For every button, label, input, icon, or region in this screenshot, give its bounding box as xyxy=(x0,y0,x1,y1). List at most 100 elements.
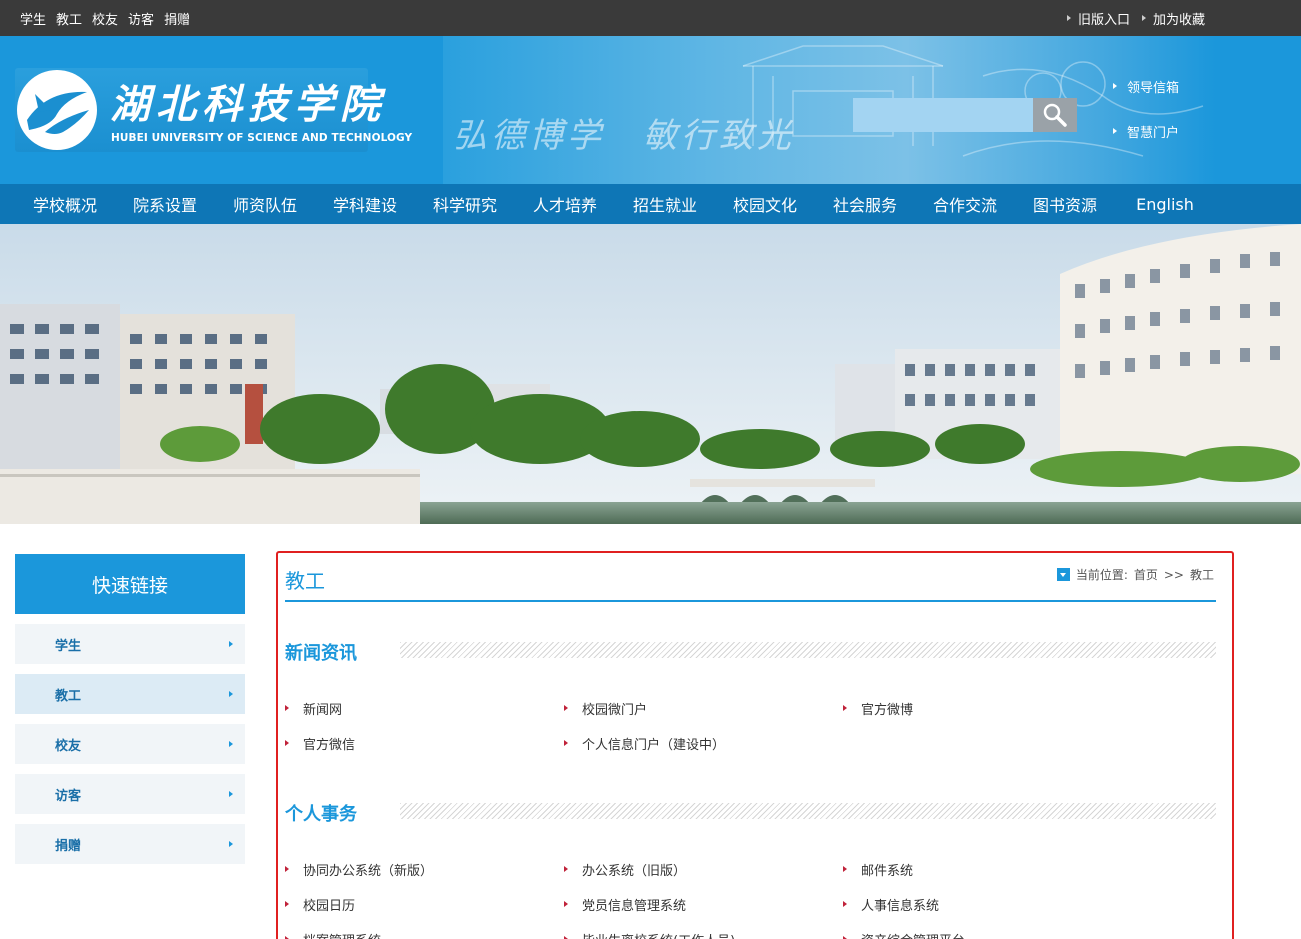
campus-banner-image xyxy=(0,224,1301,524)
bullet-icon xyxy=(564,901,568,907)
title-divider xyxy=(285,600,1216,602)
old-version-label[interactable]: 旧版入口 xyxy=(1078,9,1130,28)
link-personal-portal[interactable]: 个人信息门户（建设中） xyxy=(564,733,843,753)
sidebar-item-staff[interactable]: 教工 xyxy=(15,674,245,714)
motto: 弘德博学 敏行致光 xyxy=(453,116,795,156)
site-header: 湖北科技学院 HUBEI UNIVERSITY OF SCIENCE AND T… xyxy=(0,36,1301,184)
nav-item-faculty[interactable]: 师资队伍 xyxy=(215,184,315,224)
bullet-icon xyxy=(285,705,289,711)
search-input[interactable] xyxy=(853,98,1033,132)
breadcrumb-current: 教工 xyxy=(1189,568,1214,582)
link-label: 办公系统（旧版） xyxy=(582,863,687,879)
section-title-personal-affairs: 个人事务 xyxy=(285,804,357,825)
section-title-news: 新闻资讯 xyxy=(285,643,357,664)
bullet-icon xyxy=(564,740,568,746)
news-links: 新闻网 校园微门户 官方微博 官方微信 个人信息门户（建设中） xyxy=(285,698,1216,753)
top-bar: 学生 教工 校友 访客 捐赠 旧版入口 加为收藏 xyxy=(0,0,1301,36)
arrow-right-icon xyxy=(1141,15,1146,21)
link-label: 协同办公系统（新版） xyxy=(303,863,434,879)
link-label: 毕业生离校系统(工作人员) xyxy=(582,930,735,939)
link-official-weibo[interactable]: 官方微博 xyxy=(843,698,1122,718)
breadcrumb: 当前位置: 首页 >> 教工 xyxy=(1056,566,1214,583)
link-archive-system[interactable]: 档案管理系统 xyxy=(285,929,564,939)
smart-portal-label: 智慧门户 xyxy=(1127,125,1180,141)
top-link-visitor[interactable]: 访客 xyxy=(128,9,154,28)
link-label: 新闻网 xyxy=(303,702,343,718)
main-content-panel: 教工 当前位置: 首页 >> 教工 新闻资讯 新闻网 校园微门户 官方微博 官方… xyxy=(276,551,1234,939)
bullet-icon xyxy=(843,901,847,907)
link-hr-system[interactable]: 人事信息系统 xyxy=(843,894,1122,914)
nav-item-library[interactable]: 图书资源 xyxy=(1015,184,1115,224)
quick-links-list: 学生 教工 校友 访客 捐赠 xyxy=(15,624,245,874)
arrow-right-icon xyxy=(1113,128,1117,134)
nav-item-departments[interactable]: 院系设置 xyxy=(115,184,215,224)
sidebar-item-alumni[interactable]: 校友 xyxy=(15,724,245,764)
nav-item-overview[interactable]: 学校概况 xyxy=(15,184,115,224)
add-favorite-label[interactable]: 加为收藏 xyxy=(1153,9,1205,28)
top-link-donate[interactable]: 捐赠 xyxy=(164,9,190,28)
link-oa-old[interactable]: 办公系统（旧版） xyxy=(564,859,843,879)
link-label: 官方微博 xyxy=(861,702,914,718)
sidebar-item-label: 捐赠 xyxy=(55,838,82,854)
arrow-right-icon xyxy=(229,641,233,647)
link-campus-micro-portal[interactable]: 校园微门户 xyxy=(564,698,843,718)
sidebar-item-student[interactable]: 学生 xyxy=(15,624,245,664)
arrow-right-icon xyxy=(1113,83,1117,89)
nav-item-campus-culture[interactable]: 校园文化 xyxy=(715,184,815,224)
bullet-icon xyxy=(285,866,289,872)
link-label: 个人信息门户（建设中） xyxy=(582,737,726,753)
link-campus-calendar[interactable]: 校园日历 xyxy=(285,894,564,914)
smart-portal-link[interactable]: 智慧门户 xyxy=(1113,121,1179,141)
search-button[interactable] xyxy=(1033,98,1077,132)
nav-item-education[interactable]: 人才培养 xyxy=(515,184,615,224)
university-logo[interactable]: 湖北科技学院 HUBEI UNIVERSITY OF SCIENCE AND T… xyxy=(15,68,412,152)
top-link-student[interactable]: 学生 xyxy=(20,9,46,28)
search-icon xyxy=(1043,103,1067,127)
breadcrumb-prefix: 当前位置: xyxy=(1075,568,1128,582)
nav-item-disciplines[interactable]: 学科建设 xyxy=(315,184,415,224)
arrow-right-icon xyxy=(229,841,233,847)
nav-item-admissions[interactable]: 招生就业 xyxy=(615,184,715,224)
bullet-icon xyxy=(564,866,568,872)
nav-item-social-service[interactable]: 社会服务 xyxy=(815,184,915,224)
link-asset-platform[interactable]: 资产综合管理平台 xyxy=(843,929,1122,939)
breadcrumb-home[interactable]: 首页 xyxy=(1134,566,1158,583)
sidebar-item-visitor[interactable]: 访客 xyxy=(15,774,245,814)
arrow-right-icon xyxy=(1066,15,1071,21)
link-official-wechat[interactable]: 官方微信 xyxy=(285,733,564,753)
personal-affairs-links: 协同办公系统（新版） 办公系统（旧版） 邮件系统 校园日历 党员信息管理系统 人… xyxy=(285,859,1216,939)
add-favorite-link[interactable]: 加为收藏 xyxy=(1141,9,1205,28)
page-title: 教工 xyxy=(285,569,325,593)
link-party-member-system[interactable]: 党员信息管理系统 xyxy=(564,894,843,914)
bullet-icon xyxy=(285,901,289,907)
link-graduation-system[interactable]: 毕业生离校系统(工作人员) xyxy=(564,929,843,939)
main-nav: 学校概况 院系设置 师资队伍 学科建设 科学研究 人才培养 招生就业 校园文化 … xyxy=(0,184,1301,224)
nav-item-research[interactable]: 科学研究 xyxy=(415,184,515,224)
sidebar-item-donate[interactable]: 捐赠 xyxy=(15,824,245,864)
nav-item-english[interactable]: English xyxy=(1115,184,1215,224)
bullet-icon xyxy=(564,705,568,711)
link-news-site[interactable]: 新闻网 xyxy=(285,698,564,718)
logo-english-name: HUBEI UNIVERSITY OF SCIENCE AND TECHNOLO… xyxy=(111,132,413,144)
bullet-icon xyxy=(843,705,847,711)
sidebar-item-label: 校友 xyxy=(55,738,82,754)
link-oa-new[interactable]: 协同办公系统（新版） xyxy=(285,859,564,879)
bullet-icon xyxy=(285,740,289,746)
top-link-alumni[interactable]: 校友 xyxy=(92,9,118,28)
header-links: 领导信箱 智慧门户 xyxy=(1113,76,1179,166)
top-link-staff[interactable]: 教工 xyxy=(56,9,82,28)
audience-links: 学生 教工 校友 访客 捐赠 xyxy=(20,0,190,36)
nav-item-cooperation[interactable]: 合作交流 xyxy=(915,184,1015,224)
dropdown-icon xyxy=(1056,568,1070,581)
quick-links-title: 快速链接 xyxy=(15,554,245,614)
link-label: 资产综合管理平台 xyxy=(861,930,965,939)
leader-mailbox-link[interactable]: 领导信箱 xyxy=(1113,76,1179,96)
link-label: 邮件系统 xyxy=(861,863,914,879)
link-mail-system[interactable]: 邮件系统 xyxy=(843,859,1122,879)
leader-mailbox-label: 领导信箱 xyxy=(1127,80,1180,96)
old-version-link[interactable]: 旧版入口 xyxy=(1066,9,1130,28)
sidebar-item-label: 访客 xyxy=(55,788,82,804)
sidebar-item-label: 学生 xyxy=(55,638,82,654)
emblem-icon xyxy=(17,70,97,150)
arrow-right-icon xyxy=(229,791,233,797)
